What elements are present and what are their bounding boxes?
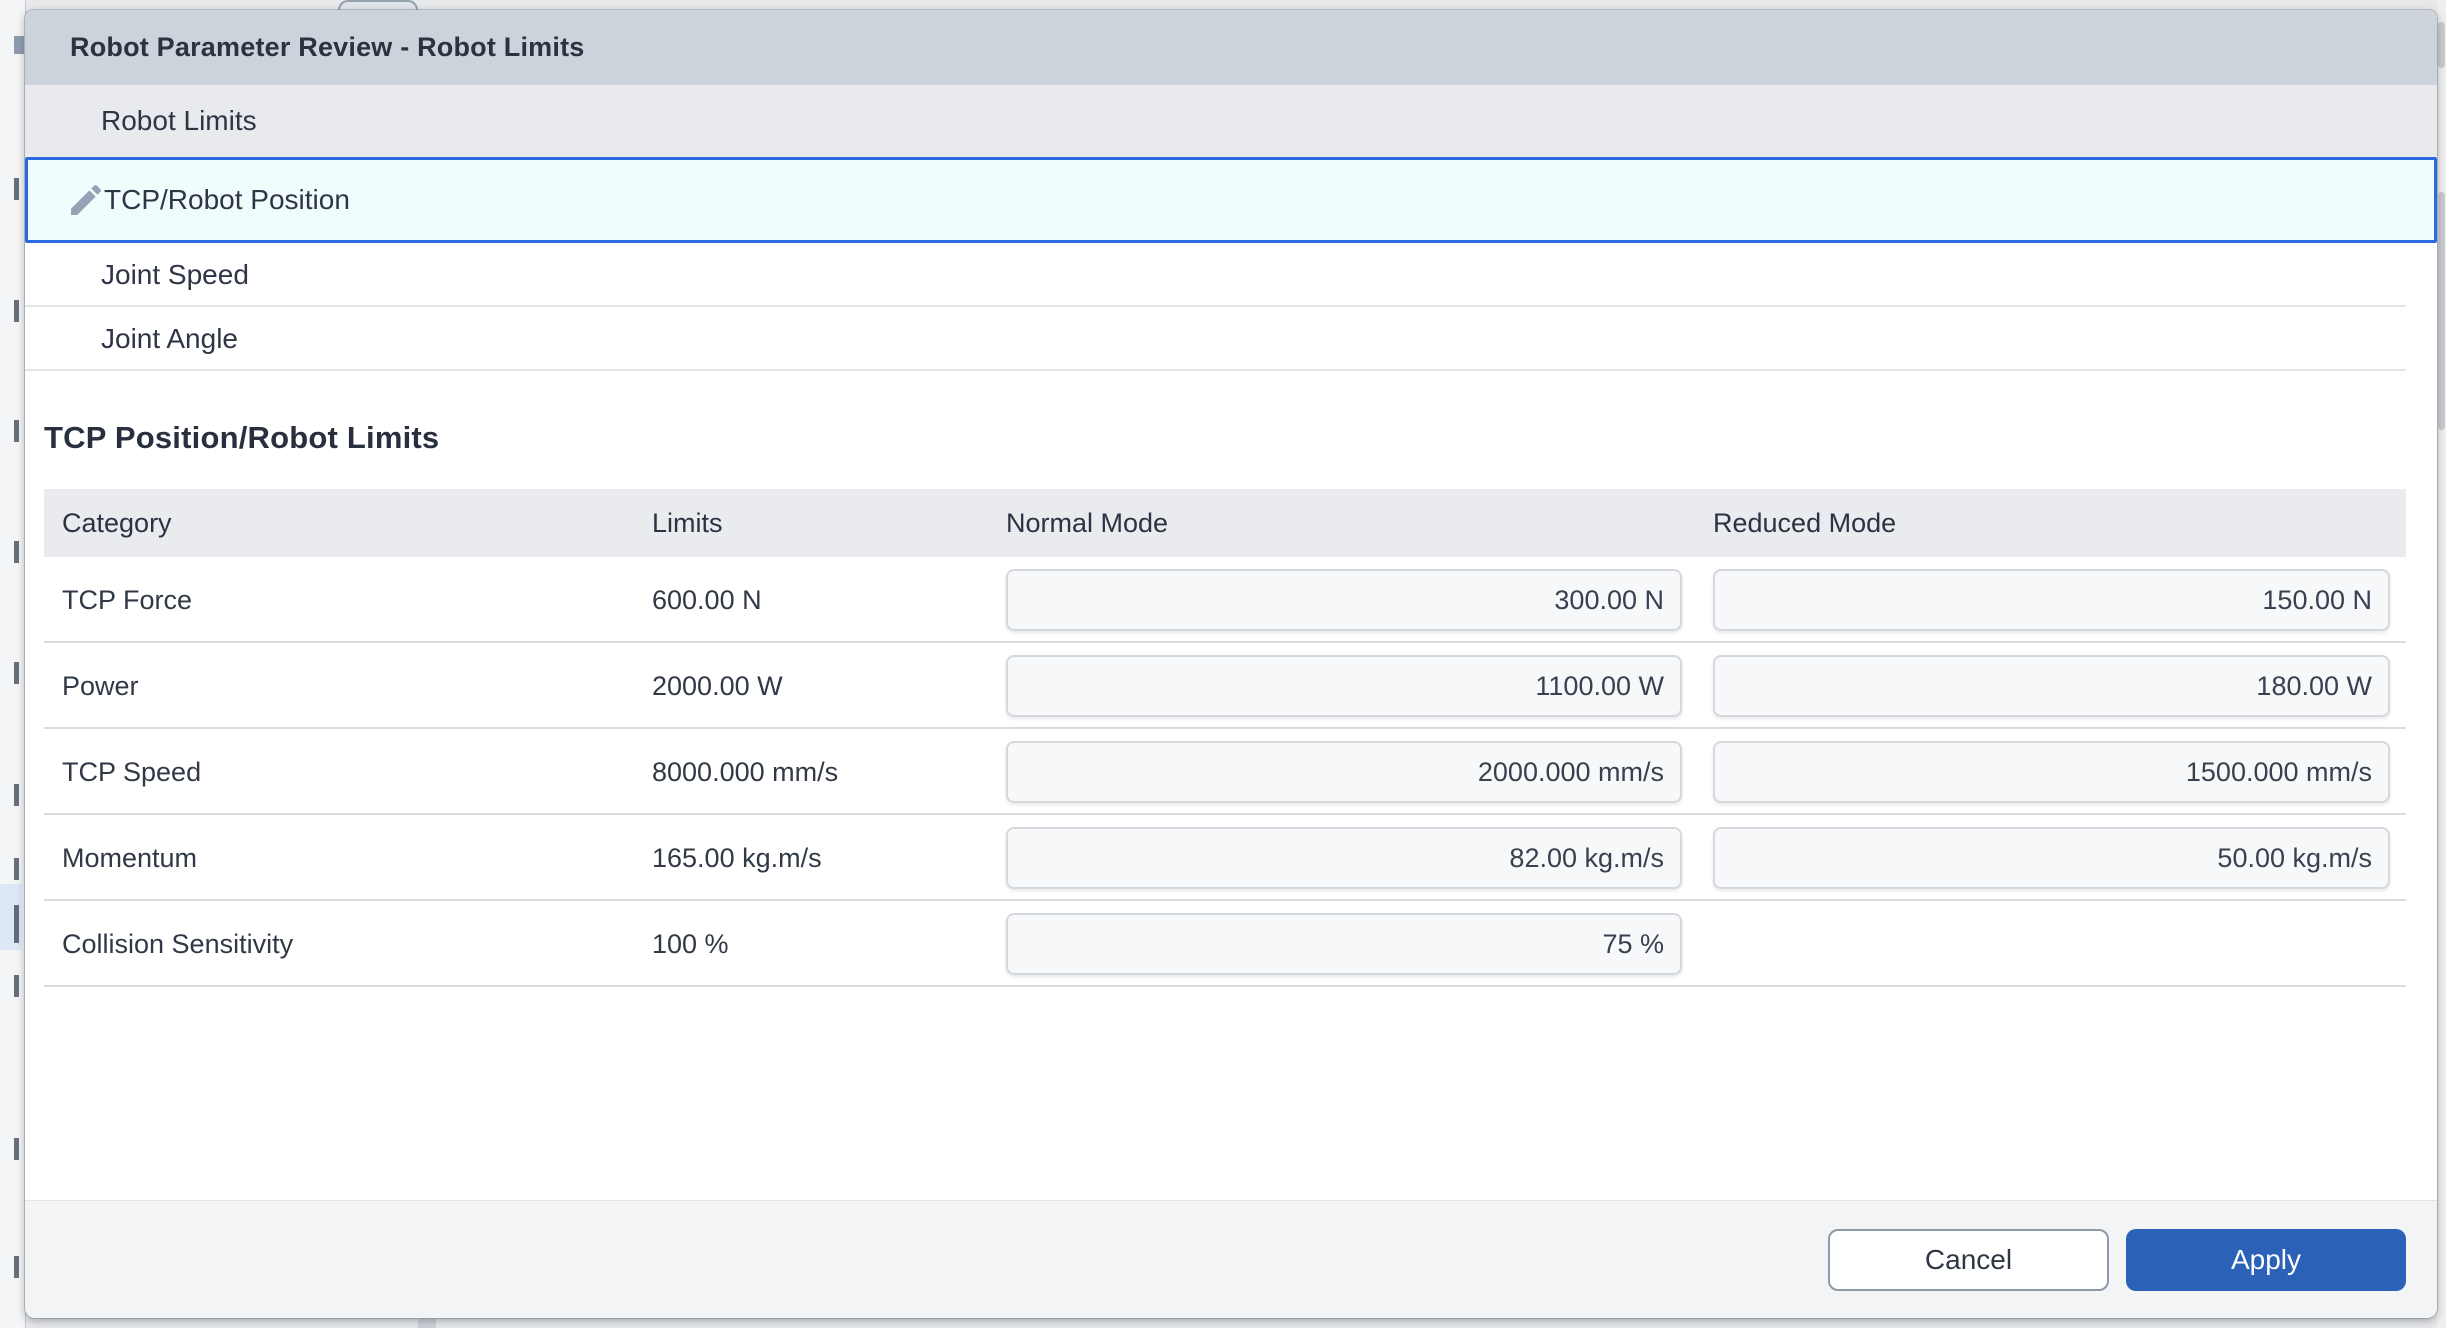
apply-button[interactable]: Apply (2126, 1229, 2406, 1291)
normal-mode-input-collision-sensitivity[interactable] (1006, 913, 1682, 975)
table-row-tcp-force: TCP Force 600.00 N (44, 557, 2406, 643)
column-header-reduced-mode: Reduced Mode (1713, 508, 2390, 539)
table-header-row: Category Limits Normal Mode Reduced Mode (44, 489, 2406, 557)
column-header-normal-mode: Normal Mode (1006, 508, 1682, 539)
dialog-footer: Cancel Apply (25, 1200, 2437, 1318)
background-text-fragment (14, 1256, 19, 1278)
background-text-fragment (14, 420, 19, 442)
background-text-fragment (14, 905, 19, 943)
background-icon-fragment (14, 36, 24, 54)
background-text-fragment (14, 541, 19, 563)
background-text-fragment (14, 784, 19, 806)
background-text-fragment (14, 1138, 19, 1160)
category-cell: TCP Force (44, 585, 652, 616)
page-scrollbar-thumb[interactable] (2438, 192, 2445, 430)
table-row-momentum: Momentum 165.00 kg.m/s (44, 815, 2406, 901)
background-text-fragment (14, 662, 19, 684)
nav-item-joint-angle[interactable]: Joint Angle (25, 307, 2437, 371)
cancel-button[interactable]: Cancel (1828, 1229, 2109, 1291)
nav-item-joint-speed[interactable]: Joint Speed (25, 243, 2437, 307)
limit-cell: 165.00 kg.m/s (652, 843, 1006, 874)
column-header-category: Category (44, 508, 652, 539)
table-row-power: Power 2000.00 W (44, 643, 2406, 729)
nav-item-label: TCP/Robot Position (104, 184, 350, 216)
table-row-collision-sensitivity: Collision Sensitivity 100 % (44, 901, 2406, 987)
dialog-titlebar[interactable]: Robot Parameter Review - Robot Limits (25, 10, 2437, 85)
reduced-mode-input-power[interactable] (1713, 655, 2390, 717)
category-cell: Collision Sensitivity (44, 929, 652, 960)
dialog-title: Robot Parameter Review - Robot Limits (70, 32, 584, 63)
category-cell: Power (44, 671, 652, 702)
nav-item-label: Joint Angle (101, 323, 238, 355)
normal-mode-input-tcp-force[interactable] (1006, 569, 1682, 631)
category-cell: TCP Speed (44, 757, 652, 788)
normal-mode-input-momentum[interactable] (1006, 827, 1682, 889)
table-row-tcp-speed: TCP Speed 8000.000 mm/s (44, 729, 2406, 815)
nav-item-label: Joint Speed (101, 259, 249, 291)
background-text-fragment (14, 975, 19, 997)
limit-cell: 100 % (652, 929, 1006, 960)
reduced-mode-input-tcp-force[interactable] (1713, 569, 2390, 631)
edit-pencil-icon (64, 178, 108, 222)
nav-group-robot-limits[interactable]: Robot Limits (25, 85, 2437, 157)
normal-mode-input-tcp-speed[interactable] (1006, 741, 1682, 803)
background-scrollbar-thumb-fragment (418, 1319, 436, 1328)
background-text-fragment (14, 858, 19, 880)
background-text-fragment (14, 178, 19, 200)
limit-cell: 2000.00 W (652, 671, 1006, 702)
robot-parameter-dialog: Robot Parameter Review - Robot Limits Ro… (25, 10, 2437, 1318)
nav-group-label: Robot Limits (101, 105, 257, 137)
limit-cell: 8000.000 mm/s (652, 757, 1006, 788)
page-scrollbar-thumb[interactable] (2438, 22, 2445, 68)
background-text-fragment (14, 300, 19, 322)
limit-cell: 600.00 N (652, 585, 1006, 616)
page-scrollbar-track[interactable] (2437, 0, 2446, 1328)
reduced-mode-input-momentum[interactable] (1713, 827, 2390, 889)
dialog-content: TCP Position/Robot Limits Category Limit… (25, 371, 2437, 1200)
limits-table: Category Limits Normal Mode Reduced Mode… (44, 489, 2406, 987)
reduced-mode-input-tcp-speed[interactable] (1713, 741, 2390, 803)
category-cell: Momentum (44, 843, 652, 874)
column-header-limits: Limits (652, 508, 1006, 539)
nav-item-tcp-robot-position[interactable]: TCP/Robot Position (25, 157, 2437, 243)
section-title: TCP Position/Robot Limits (44, 420, 2437, 456)
background-page-edge (0, 0, 26, 1328)
normal-mode-input-power[interactable] (1006, 655, 1682, 717)
